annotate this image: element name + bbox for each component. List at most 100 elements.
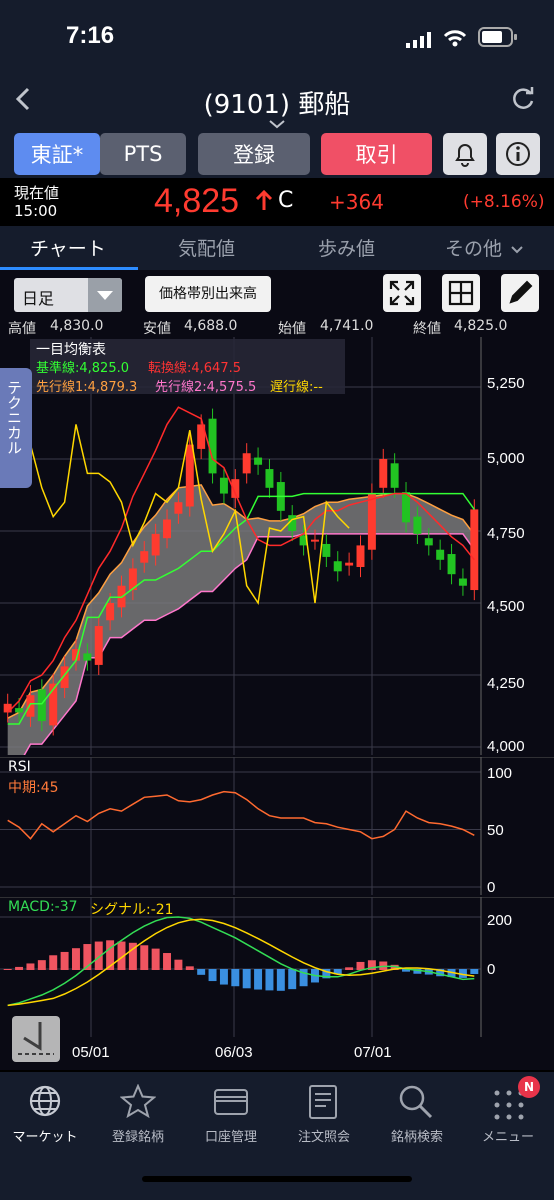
span1-label: 先行線1:4,879.3 [36,380,138,395]
ichimoku-title: 一目均衡表 [36,342,106,358]
register-button[interactable]: 登録 [198,133,310,175]
macd-histogram-bar [470,969,479,974]
price-change: +364 [329,190,384,214]
nav-watchlist-icon[interactable] [119,1083,157,1122]
crosshair-toggle-button[interactable] [12,1016,60,1062]
high-value: 4,830.0 [50,318,104,334]
nav-search-icon[interactable] [398,1084,434,1124]
candle-body [83,653,92,661]
fullscreen-button[interactable] [383,274,421,312]
macd-histogram-bar [26,963,35,970]
candle-body [37,689,46,722]
x-tick: 06/03 [215,1044,253,1061]
technical-side-tab-label: テクニカル [5,380,23,455]
low-value: 4,688.0 [184,318,238,334]
candle-body [436,549,445,560]
macd-histogram-bar [208,969,217,982]
candle-body [390,463,399,488]
volume-profile-button[interactable]: 価格帯別出来高 [145,276,271,312]
macd-histogram-bar [3,969,12,970]
high-label: 高値 [8,321,36,337]
candlestick-chart[interactable] [0,337,554,755]
tenkan-label: 転換線:4,647.5 [148,361,241,376]
close-label: 終値 [413,321,441,337]
wifi-icon [442,28,468,52]
candle-body [310,539,319,542]
trade-button[interactable]: 取引 [321,133,432,175]
macd-histogram-bar [288,969,297,990]
period-select[interactable]: 日足 [14,278,122,312]
candle-body [140,551,149,563]
x-tick: 05/01 [72,1044,110,1061]
macd-histogram-bar [151,948,160,970]
candle-body [447,554,456,575]
nav-search-label[interactable]: 銘柄検索 [367,1126,467,1145]
close-flag: C [278,188,294,213]
candle-body [174,502,183,514]
tab-other-chevron-icon [510,240,524,259]
grid-layout-icon [448,280,474,306]
candle-body [15,708,24,713]
candle-body [333,561,342,572]
nav-orders-icon[interactable] [308,1084,338,1124]
refresh-icon[interactable] [510,86,536,116]
signal-icon [406,32,432,52]
nav-menu-label[interactable]: メニュー [458,1126,554,1145]
rsi-title: RSI [8,759,31,775]
tab-quotes[interactable]: 気配値 [178,234,235,261]
macd-histogram-bar [71,948,80,970]
open-label: 始値 [278,321,306,337]
status-time: 7:16 [66,22,115,49]
price-change-pct: (+8.16%) [463,192,545,212]
macd-histogram-bar [242,969,251,989]
kijun-label: 基準線:4,825.0 [36,361,129,376]
macd-chart[interactable] [0,897,554,1037]
candle-body [379,459,388,488]
nav-market-icon[interactable] [28,1084,62,1122]
macd-histogram-bar [276,969,285,991]
tab-chart[interactable]: チャート [30,234,106,261]
tab-ticks[interactable]: 歩み値 [318,234,375,261]
info-button[interactable] [496,133,540,175]
macd-histogram-bar [219,969,228,985]
exchange-button[interactable]: 東証* [14,133,100,175]
draw-button[interactable] [501,274,539,312]
candle-body [94,626,103,665]
menu-badge: N [518,1076,540,1098]
up-arrow-icon [255,189,273,216]
nav-watchlist-label[interactable]: 登録銘柄 [88,1126,188,1145]
nav-account-label[interactable]: 口座管理 [181,1126,281,1145]
tab-other[interactable]: その他 [445,234,502,261]
rsi-plot-area [0,757,481,895]
y-tick: 4,250 [487,675,525,692]
macd-histogram-bar [356,961,365,970]
rsi-chart[interactable] [0,757,554,895]
candle-body [265,469,274,488]
candle-body [413,516,422,534]
nav-market-label[interactable]: マーケット [0,1126,95,1145]
battery-icon [478,27,518,51]
macd-histogram-bar [140,945,149,970]
candle-body [185,444,194,507]
rsi-tick-0: 0 [487,879,496,896]
layout-button[interactable] [442,274,480,312]
home-indicator [142,1176,412,1182]
candle-body [424,538,433,546]
x-tick: 07/01 [354,1044,392,1061]
macd-label: MACD:-37 [8,899,78,915]
pts-button[interactable]: PTS [100,133,186,175]
y-tick: 4,500 [487,598,525,615]
candle-body [26,695,35,717]
nav-orders-label[interactable]: 注文照会 [274,1126,374,1145]
candle-body [219,477,228,494]
macd-signal-label: シグナル:-21 [90,902,174,918]
y-tick: 5,000 [487,450,525,467]
macd-histogram-bar [60,951,69,970]
nav-account-icon[interactable] [213,1088,249,1120]
macd-histogram-bar [49,955,58,970]
alert-button[interactable] [443,133,487,175]
candle-body [151,533,160,556]
rsi-tick-100: 100 [487,765,513,782]
pointer-icon [18,1022,54,1055]
technical-side-tab[interactable]: テクニカル [0,368,32,488]
